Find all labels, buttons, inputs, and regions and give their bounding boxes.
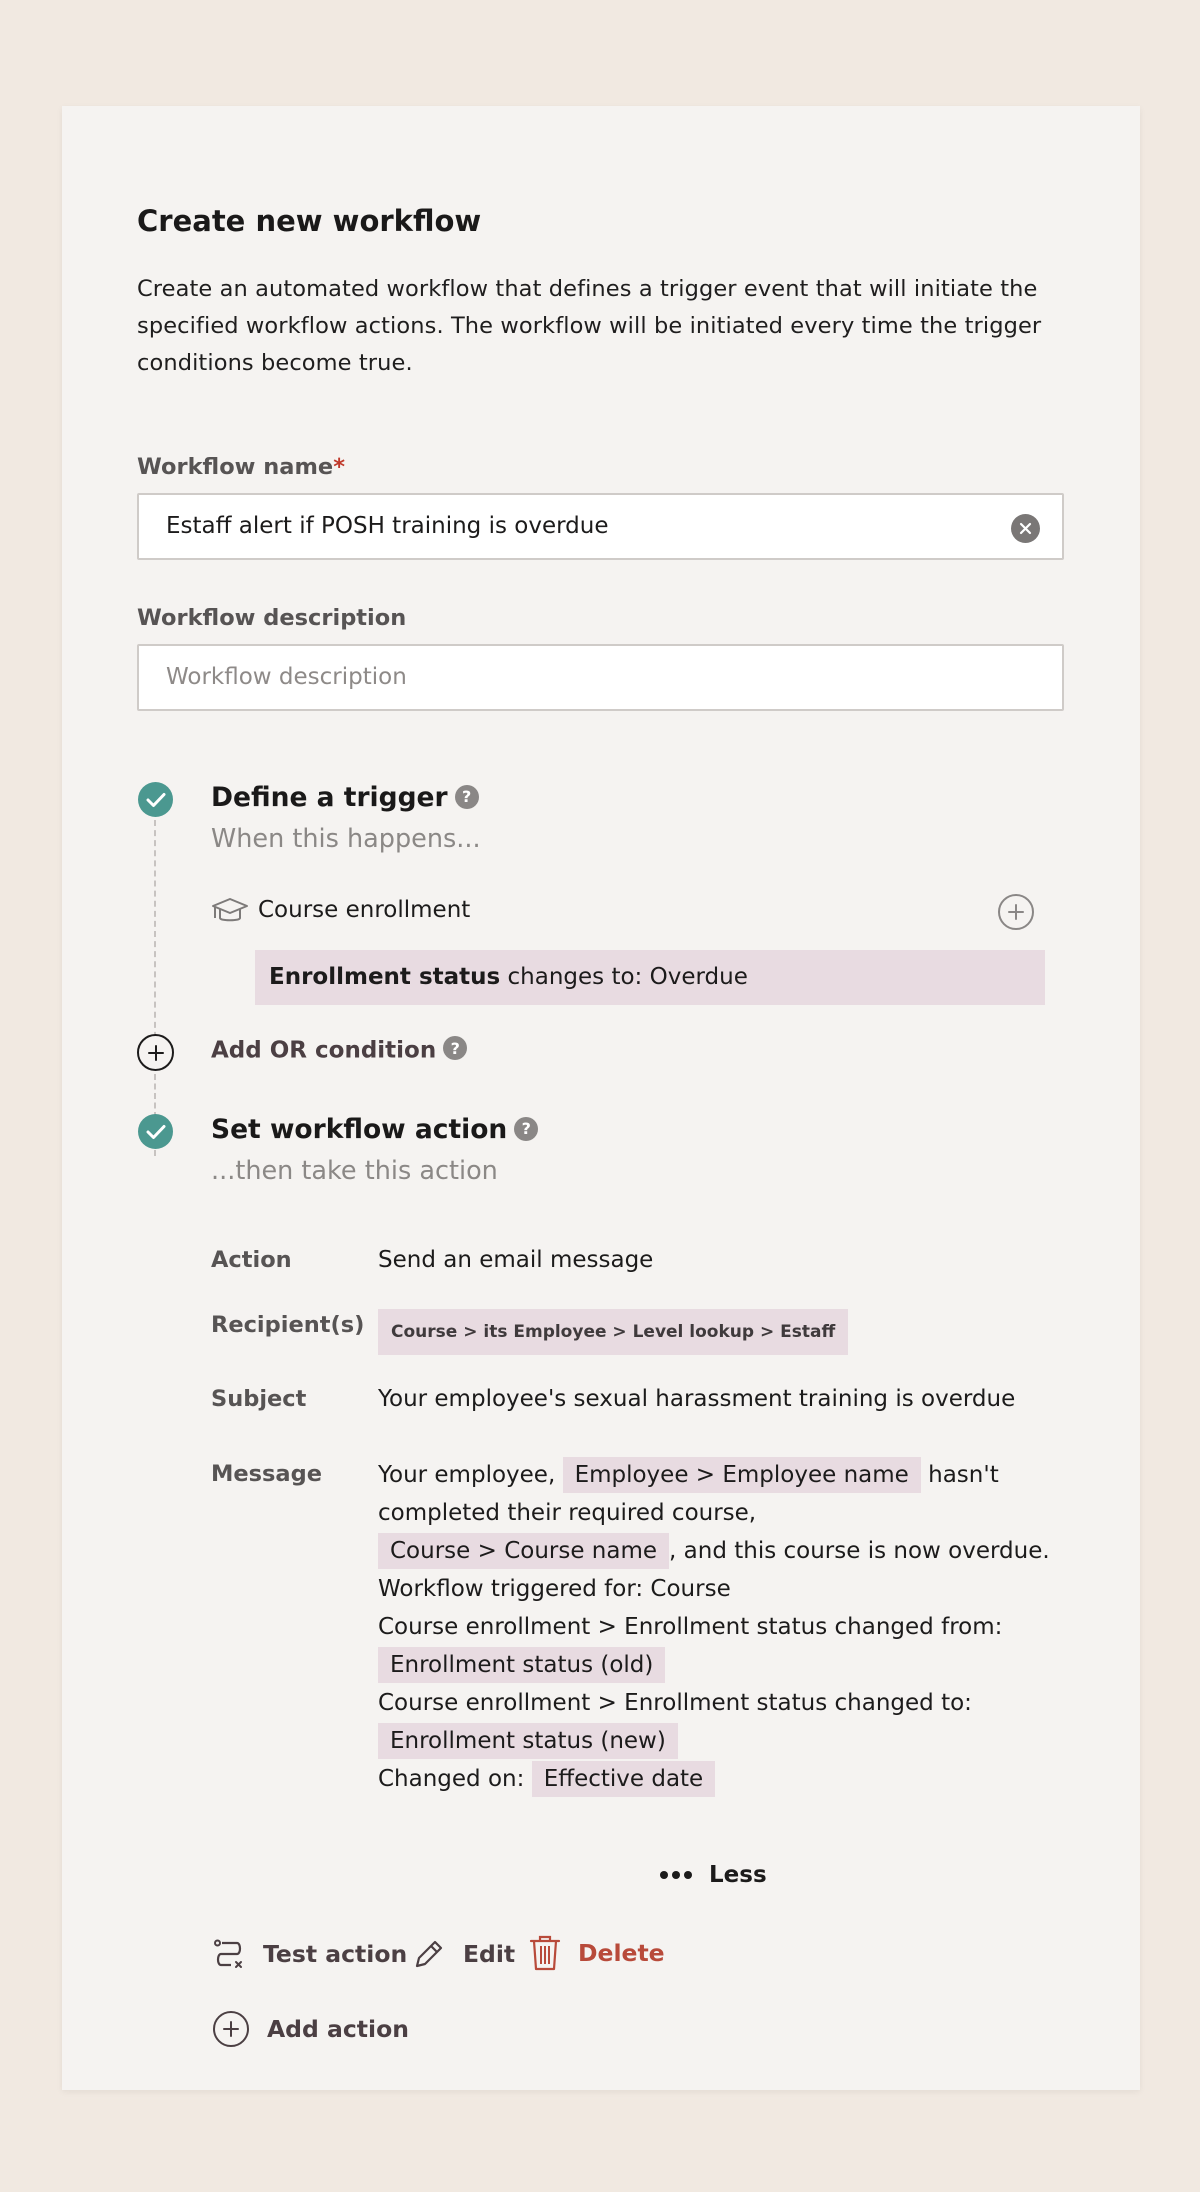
message-line: Course > Course name, and this course is… <box>378 1532 1078 1570</box>
add-or-condition-label: Add OR condition <box>211 1037 437 1064</box>
workflow-name-label: Workflow name* <box>137 454 345 480</box>
add-icon <box>213 2011 249 2047</box>
clear-icon[interactable] <box>1011 514 1040 543</box>
test-action-icon <box>213 1938 245 1970</box>
workflow-name-label-text: Workflow name <box>137 454 334 480</box>
timeline-line <box>154 820 156 1048</box>
add-or-condition-button[interactable]: Add OR condition? <box>211 1036 468 1064</box>
message-text: Your employee, <box>378 1462 563 1488</box>
message-line: Workflow triggered for: Course <box>378 1576 731 1602</box>
workflow-card: Create new workflow Create an automated … <box>62 106 1140 2090</box>
test-action-button[interactable]: Test action <box>213 1938 407 1970</box>
trigger-step-title: Define a trigger? <box>211 782 479 813</box>
message-line: Enrollment status (new) <box>378 1722 1078 1760</box>
edit-label: Edit <box>463 1940 516 1968</box>
step-complete-icon <box>138 782 173 817</box>
message-label: Message <box>211 1461 322 1487</box>
message-line: Course enrollment > Enrollment status ch… <box>378 1690 972 1716</box>
subject-value: Your employee's sexual harassment traini… <box>378 1386 1016 1412</box>
page-description: Create an automated workflow that define… <box>137 276 1042 376</box>
condition-field: Enrollment status <box>269 964 501 990</box>
message-line: Course enrollment > Enrollment status ch… <box>378 1614 1003 1640</box>
help-icon[interactable]: ? <box>514 1116 539 1141</box>
recipients-label: Recipient(s) <box>211 1312 365 1338</box>
delete-label: Delete <box>578 1939 665 1967</box>
subject-label: Subject <box>211 1386 307 1412</box>
recipient-chip: Course > its Employee > Level lookup > E… <box>378 1309 849 1355</box>
token-chip: Enrollment status (new) <box>378 1723 678 1759</box>
delete-button[interactable]: Delete <box>529 1935 665 1971</box>
action-step-title-text: Set workflow action <box>211 1114 508 1145</box>
token-chip: Course > Course name <box>378 1533 670 1569</box>
message-text: , and this course is now overdue. <box>669 1538 1050 1564</box>
message-line: Your employee, Employee > Employee name … <box>378 1456 1078 1532</box>
message-line: Enrollment status (old) <box>378 1646 1078 1684</box>
token-chip: Employee > Employee name <box>562 1457 921 1493</box>
test-action-label: Test action <box>263 1940 408 1968</box>
trash-icon <box>529 1935 561 1971</box>
help-icon[interactable]: ? <box>454 784 479 809</box>
workflow-name-input[interactable]: Estaff alert if POSH training is overdue <box>137 493 1064 560</box>
trigger-step-title-text: Define a trigger <box>211 782 448 813</box>
message-line: Changed on: Effective date <box>378 1760 1078 1798</box>
workflow-description-input[interactable]: Workflow description <box>137 644 1064 711</box>
action-value: Send an email message <box>378 1247 654 1273</box>
required-mark: * <box>333 454 345 480</box>
message-body: Your employee, Employee > Employee name … <box>378 1456 1078 1798</box>
token-chip: Enrollment status (old) <box>378 1647 666 1683</box>
condition-text: changes to: Overdue <box>500 964 748 990</box>
action-label: Action <box>211 1247 292 1273</box>
workflow-description-placeholder: Workflow description <box>166 664 407 690</box>
step-complete-icon <box>138 1114 173 1149</box>
token-chip: Effective date <box>531 1761 716 1797</box>
action-step-subtitle: ...then take this action <box>211 1156 498 1186</box>
pencil-icon <box>413 1938 445 1970</box>
action-step-title: Set workflow action? <box>211 1114 539 1145</box>
workflow-description-label: Workflow description <box>137 605 407 631</box>
add-or-condition-icon[interactable] <box>137 1034 174 1071</box>
workflow-name-value: Estaff alert if POSH training is overdue <box>166 513 609 539</box>
trigger-object-label: Course enrollment <box>258 897 471 923</box>
message-text: Changed on: <box>378 1766 532 1792</box>
add-action-label: Add action <box>267 2015 409 2043</box>
recipient-chip-text: Course > its Employee > Level lookup > E… <box>378 1309 849 1355</box>
more-dots-icon <box>660 1871 692 1879</box>
add-condition-icon[interactable] <box>998 894 1034 930</box>
trigger-step-subtitle: When this happens... <box>211 824 481 854</box>
help-icon[interactable]: ? <box>443 1036 468 1060</box>
graduation-cap-icon <box>211 896 249 926</box>
add-action-button[interactable]: Add action <box>213 2011 409 2047</box>
trigger-condition[interactable]: Enrollment status changes to: Overdue <box>255 950 1045 1005</box>
show-less-button[interactable]: Less <box>660 1862 767 1888</box>
page-title: Create new workflow <box>137 204 482 238</box>
less-label: Less <box>709 1862 767 1888</box>
edit-button[interactable]: Edit <box>413 1938 515 1970</box>
